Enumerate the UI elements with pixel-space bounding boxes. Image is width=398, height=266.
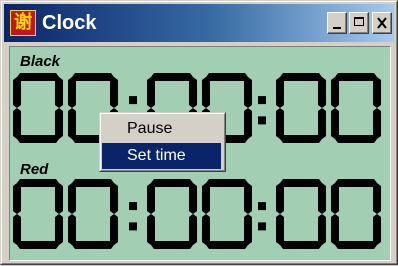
menu-item-pause[interactable]: Pause (102, 116, 221, 142)
black-clock-colon-1 (258, 96, 266, 125)
red-clock-digit-3 (202, 179, 252, 249)
lcd-segment-b (244, 77, 252, 108)
red-clock-digit-0 (13, 179, 63, 249)
lcd-segment-e (276, 108, 284, 139)
lcd-segment-c (55, 214, 63, 245)
lcd-segment-e (331, 214, 339, 245)
lcd-segment-a (206, 73, 248, 81)
black-clock-digit-4 (276, 73, 326, 143)
lcd-segment-e (331, 108, 339, 139)
lcd-segment-a (280, 73, 322, 81)
lcd-segment-c (318, 108, 326, 139)
lcd-segment-a (280, 179, 322, 187)
lcd-segment-d (151, 241, 193, 249)
lcd-segment-d (335, 135, 377, 143)
lcd-segment-b (318, 183, 326, 214)
lcd-segment-e (147, 214, 155, 245)
lcd-segment-e (13, 108, 21, 139)
lcd-segment-a (151, 179, 193, 187)
black-clock-digit-5 (331, 73, 381, 143)
lcd-segment-f (13, 183, 21, 214)
lcd-segment-b (55, 77, 63, 108)
lcd-segment-f (147, 183, 155, 214)
lcd-segment-c (55, 108, 63, 139)
lcd-segment-f (13, 77, 21, 108)
lcd-segment-b (110, 77, 118, 108)
red-clock-colon-1 (258, 202, 266, 231)
lcd-segment-f (68, 183, 76, 214)
lcd-segment-e (68, 108, 76, 139)
lcd-segment-f (331, 77, 339, 108)
lcd-segment-d (280, 135, 322, 143)
lcd-segment-a (72, 73, 114, 81)
lcd-segment-d (206, 241, 248, 249)
lcd-segment-b (55, 183, 63, 214)
lcd-segment-e (202, 214, 210, 245)
black-clock-digit-0 (13, 73, 63, 143)
lcd-segment-f (202, 77, 210, 108)
context-menu: Pause Set time (99, 112, 226, 172)
lcd-segment-e (276, 214, 284, 245)
clock-window: 谢 Clock Black Red Pause Set time (0, 0, 398, 265)
red-clock-digit-5 (331, 179, 381, 249)
lcd-segment-b (189, 183, 197, 214)
lcd-segment-f (68, 77, 76, 108)
menu-item-set-time[interactable]: Set time (102, 143, 221, 169)
lcd-segment-b (244, 183, 252, 214)
lcd-segment-d (335, 241, 377, 249)
lcd-segment-e (68, 214, 76, 245)
lcd-segment-c (373, 214, 381, 245)
lcd-segment-c (318, 214, 326, 245)
lcd-segment-d (72, 241, 114, 249)
lcd-segment-d (17, 241, 59, 249)
lcd-segment-b (373, 77, 381, 108)
lcd-segment-a (72, 179, 114, 187)
lcd-segment-a (335, 179, 377, 187)
lcd-segment-a (17, 179, 59, 187)
lcd-segment-d (280, 241, 322, 249)
lcd-segment-f (331, 183, 339, 214)
lcd-segment-a (335, 73, 377, 81)
lcd-segment-e (13, 214, 21, 245)
lcd-segment-d (17, 135, 59, 143)
lcd-segment-f (276, 183, 284, 214)
lcd-segment-a (151, 73, 193, 81)
lcd-segment-a (17, 73, 59, 81)
red-clock-digit-1 (68, 179, 118, 249)
lcd-segment-c (110, 214, 118, 245)
lcd-segment-c (244, 108, 252, 139)
lcd-segment-b (373, 183, 381, 214)
red-clock-digit-4 (276, 179, 326, 249)
lcd-segment-c (189, 214, 197, 245)
lcd-segment-b (318, 77, 326, 108)
red-clock-colon-0 (129, 202, 137, 231)
lcd-segment-f (202, 183, 210, 214)
lcd-segment-f (147, 77, 155, 108)
lcd-segment-c (373, 108, 381, 139)
lcd-segment-f (276, 77, 284, 108)
lcd-segment-b (189, 77, 197, 108)
red-clock-digit-2 (147, 179, 197, 249)
lcd-segment-b (110, 183, 118, 214)
lcd-segment-c (244, 214, 252, 245)
lcd-segment-a (206, 179, 248, 187)
